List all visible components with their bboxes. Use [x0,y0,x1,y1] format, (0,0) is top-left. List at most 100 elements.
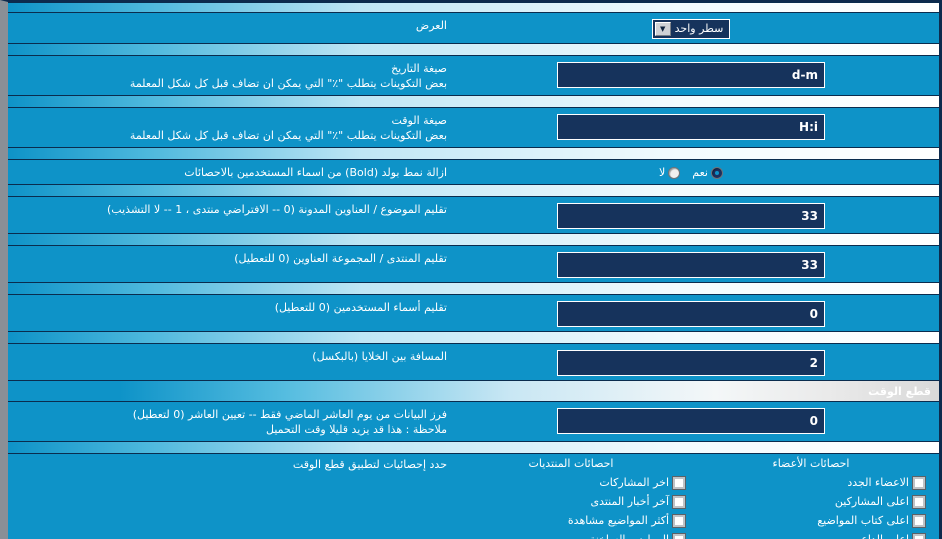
checkbox-top-referrers[interactable] [912,532,926,539]
section-header-time-cut-title: قطع الوقت [868,384,931,398]
days-cutoff-note: ملاحظة : هذا قد يزيد قليلا وقت التحميل [266,423,447,436]
checkbox-most-viewed-threads[interactable] [672,513,686,528]
date-format-hint: بعض التكوينات يتطلب "٪" التي يمكن ان تضا… [129,77,447,90]
separator-7 [8,331,939,344]
checkbox-label-top-thread-starters: اعلى كتاب المواضيع [817,514,909,527]
checkbox-label-latest-forum-news: آخر أخبار المنتدى [590,495,669,508]
trim-thread-title-control [451,201,931,229]
days-cutoff-input[interactable] [557,408,825,434]
time-format-label: صيغة الوقت [391,114,447,127]
checkbox-latest-forum-news[interactable] [672,494,686,509]
setting-row-date-format: صيغة التاريخ بعض التكوينات يتطلب "٪" الت… [8,56,939,95]
date-format-control [451,60,931,88]
separator-5 [8,233,939,246]
separator-1 [8,43,939,56]
checkbox-label-top-referrers: اعلى الداعين [850,533,909,539]
checkbox-row-most-viewed-threads[interactable]: أكثر المواضيع مشاهدة [451,511,691,530]
date-format-input[interactable] [557,62,825,88]
setting-row-trim-thread-title: تقليم الموضوع / العناوين المدونة (0 -- ا… [8,197,939,233]
remove-bold-control: نعم لا [451,164,931,179]
checkbox-top-thread-starters[interactable] [912,513,926,528]
separator-8 [8,441,939,454]
trim-forum-title-labels: تقليم المنتدى / المجموعة العناوين (0 للت… [16,250,451,266]
checkbox-label-new-members: الاعضاء الجدد [847,476,909,489]
setting-row-cell-spacing: المسافة بين الخلايا (بالبكسل) [8,344,939,380]
display-mode-selected-value: سطر واحد [674,22,724,35]
setting-row-time-format: صيغة الوقت بعض التكوينات يتطلب "٪" التي … [8,108,939,147]
column-member-stats: احصائات الأعضاء الاعضاء الجدد اعلى المشا… [691,457,931,539]
radio-yes-label: نعم [692,166,708,179]
checkbox-new-members[interactable] [912,475,926,490]
radio-no-indicator[interactable] [668,166,681,179]
cell-spacing-labels: المسافة بين الخلايا (بالبكسل) [16,348,451,364]
checkbox-top-posters[interactable] [912,494,926,509]
remove-bold-label: ازالة نمط بولد (Bold) من اسماء المستخدمي… [184,166,447,179]
display-mode-select[interactable]: ▼ سطر واحد [651,19,731,39]
display-mode-label: العرض [415,19,447,32]
radio-no-label: لا [659,166,666,179]
radio-yes-indicator[interactable] [711,166,723,179]
display-mode-labels: العرض [16,17,451,33]
days-cutoff-label: فرز البيانات من يوم العاشر الماضي فقط --… [132,408,447,421]
trim-thread-title-label: تقليم الموضوع / العناوين المدونة (0 -- ا… [107,203,447,216]
separator-3 [8,147,939,160]
setting-row-display-mode: ▼ سطر واحد العرض [8,13,939,43]
trim-usernames-control [451,299,931,327]
separator-6 [8,282,939,295]
chevron-down-icon[interactable]: ▼ [654,22,671,36]
stats-checkbox-columns: احصائات الأعضاء الاعضاء الجدد اعلى المشا… [451,457,931,539]
cell-spacing-input[interactable] [557,350,825,376]
options-page: ▼ سطر واحد العرض صيغة التاريخ بعض التكوي… [0,0,942,539]
checkbox-label-latest-posts: اخر المشاركات [599,476,669,489]
separator-top [8,2,939,13]
column-forum-stats-header: احصائات المنتديات [528,457,614,470]
date-format-label: صيغة التاريخ [391,62,447,75]
stats-checkbox-section-label: حدد إحصائيات لتطبيق قطع الوقت [292,458,447,471]
trim-forum-title-label: تقليم المنتدى / المجموعة العناوين (0 للت… [234,252,447,265]
checkbox-label-hot-threads: المواضيع الساخنة [590,533,669,539]
days-cutoff-labels: فرز البيانات من يوم العاشر الماضي فقط --… [16,406,451,437]
setting-row-days-cutoff: فرز البيانات من يوم العاشر الماضي فقط --… [8,402,939,441]
checkbox-hot-threads[interactable] [672,532,686,539]
display-mode-control: ▼ سطر واحد [451,17,931,39]
trim-forum-title-control [451,250,931,278]
time-format-input[interactable] [557,114,825,140]
setting-row-trim-usernames: تقليم أسماء المستخدمين (0 للتعطيل) [8,295,939,331]
trim-forum-title-input[interactable] [557,252,825,278]
trim-thread-title-input[interactable] [557,203,825,229]
checkbox-row-hot-threads[interactable]: المواضيع الساخنة [451,530,691,539]
checkbox-latest-posts[interactable] [672,475,686,490]
checkbox-row-top-thread-starters[interactable]: اعلى كتاب المواضيع [691,511,931,530]
stats-checkbox-section: احصائات الأعضاء الاعضاء الجدد اعلى المشا… [8,454,939,539]
date-format-labels: صيغة التاريخ بعض التكوينات يتطلب "٪" الت… [16,60,451,91]
separator-4 [8,184,939,197]
checkbox-row-top-posters[interactable]: اعلى المشاركين [691,492,931,511]
checkbox-row-new-members[interactable]: الاعضاء الجدد [691,473,931,492]
remove-bold-radio-group: نعم لا [659,166,723,179]
trim-thread-title-labels: تقليم الموضوع / العناوين المدونة (0 -- ا… [16,201,451,217]
days-cutoff-control [451,406,931,434]
trim-usernames-input[interactable] [557,301,825,327]
time-format-hint: بعض التكوينات يتطلب "٪" التي يمكن ان تضا… [129,129,447,142]
time-format-control [451,112,931,140]
section-header-time-cut: قطع الوقت [8,380,939,402]
stats-checkbox-section-labels: حدد إحصائيات لتطبيق قطع الوقت [16,457,451,539]
checkbox-row-latest-posts[interactable]: اخر المشاركات [451,473,691,492]
column-member-stats-header: احصائات الأعضاء [772,457,850,470]
checkbox-label-most-viewed-threads: أكثر المواضيع مشاهدة [567,514,669,527]
setting-row-trim-forum-title: تقليم المنتدى / المجموعة العناوين (0 للت… [8,246,939,282]
cell-spacing-label: المسافة بين الخلايا (بالبكسل) [312,350,447,363]
separator-2 [8,95,939,108]
checkbox-label-top-posters: اعلى المشاركين [834,495,909,508]
remove-bold-radio-no[interactable]: لا [659,166,681,179]
remove-bold-labels: ازالة نمط بولد (Bold) من اسماء المستخدمي… [16,164,451,180]
checkbox-row-latest-forum-news[interactable]: آخر أخبار المنتدى [451,492,691,511]
trim-usernames-label: تقليم أسماء المستخدمين (0 للتعطيل) [274,301,447,314]
checkbox-row-top-referrers[interactable]: اعلى الداعين [691,530,931,539]
setting-row-remove-bold: نعم لا ازالة نمط بولد (Bold) من اسماء ال… [8,160,939,184]
column-forum-stats: احصائات المنتديات اخر المشاركات آخر أخبا… [451,457,691,539]
remove-bold-radio-yes[interactable]: نعم [692,166,723,179]
trim-usernames-labels: تقليم أسماء المستخدمين (0 للتعطيل) [16,299,451,315]
time-format-labels: صيغة الوقت بعض التكوينات يتطلب "٪" التي … [16,112,451,143]
cell-spacing-control [451,348,931,376]
